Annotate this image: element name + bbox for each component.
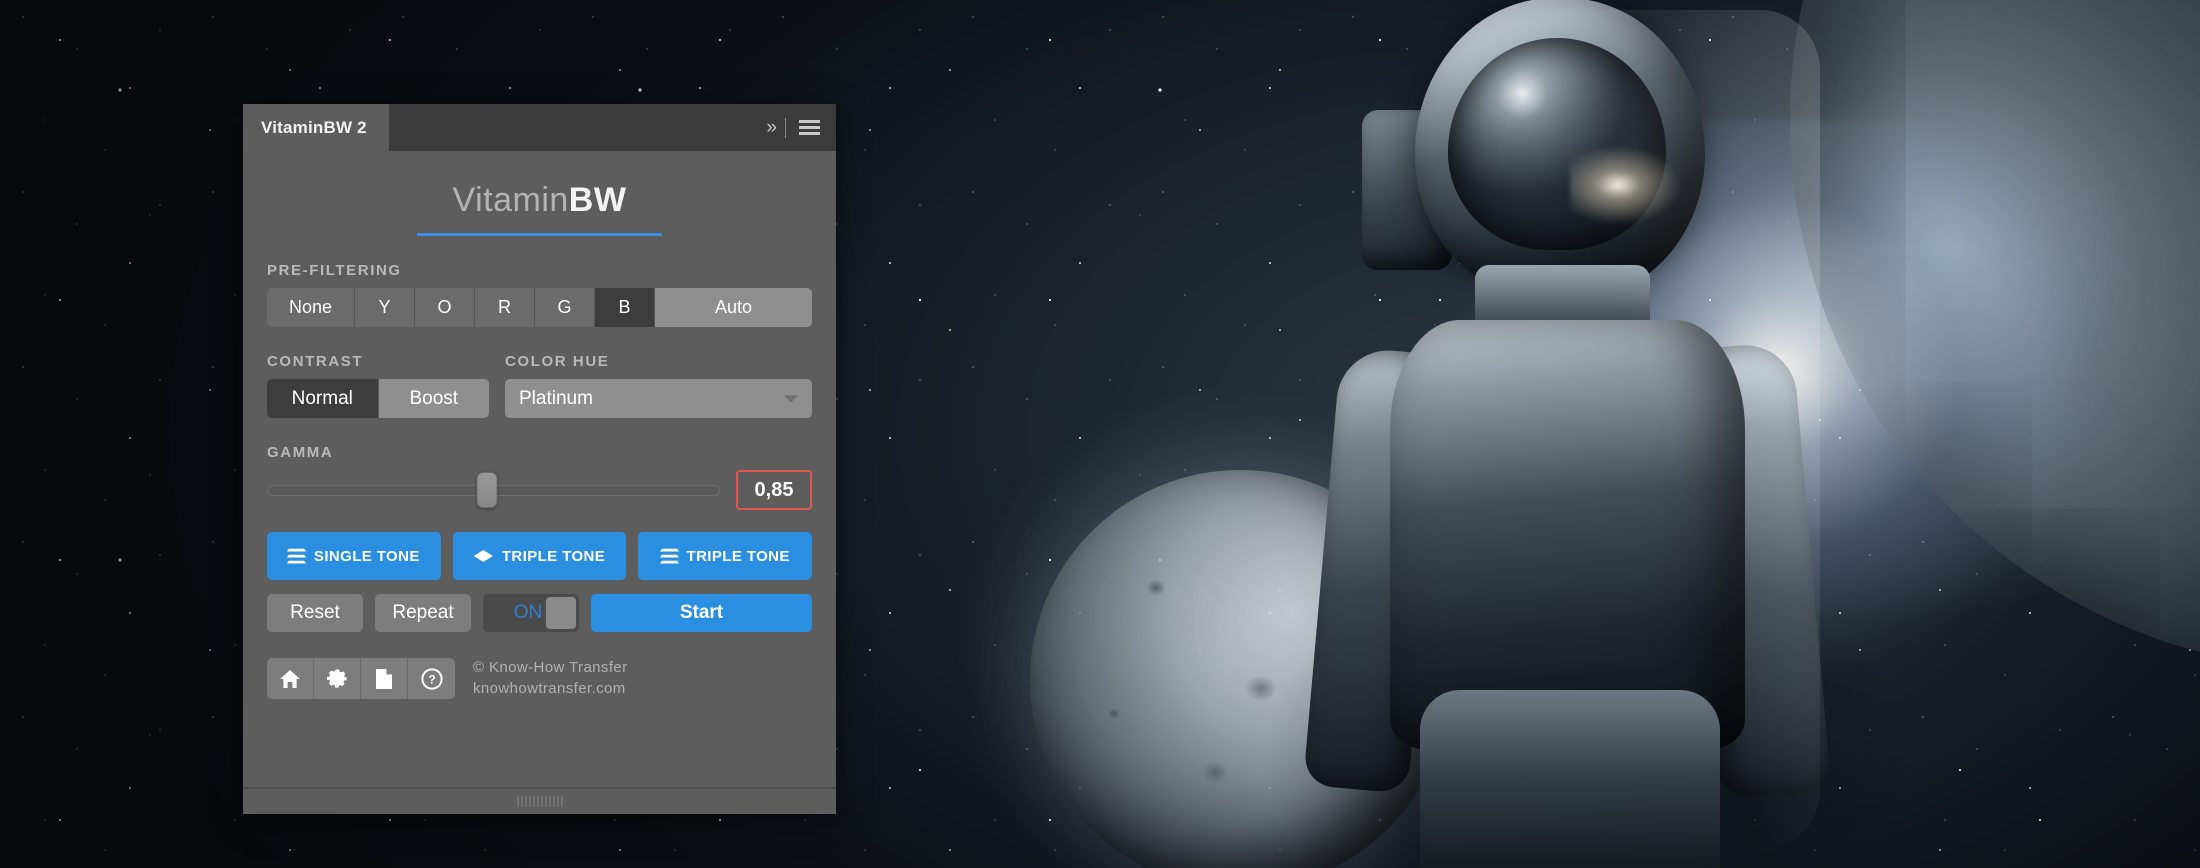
- astronaut-figure: [1270, 0, 1890, 868]
- gamma-row: 0,85: [267, 470, 812, 510]
- svg-text:?: ?: [428, 672, 435, 686]
- prefilter-option-b[interactable]: B: [595, 288, 655, 327]
- triple-tone-diamond-button[interactable]: TRIPLE TONE: [453, 532, 627, 580]
- controls-row: Reset Repeat ON Start: [267, 594, 812, 632]
- color-hue-label: COLOR HUE: [505, 353, 812, 370]
- footer-icon-group: ?: [267, 658, 455, 699]
- title-underline: [417, 233, 662, 236]
- single-tone-button[interactable]: SINGLE TONE: [267, 532, 441, 580]
- chevron-double-right-icon[interactable]: »: [766, 118, 774, 137]
- app-title: VitaminBW: [267, 151, 812, 217]
- on-toggle-knob: [546, 597, 576, 629]
- app-title-light: Vitamin: [453, 181, 569, 219]
- gamma-slider[interactable]: [267, 475, 720, 505]
- prefilter-option-none[interactable]: None: [267, 288, 355, 327]
- app-title-bold: BW: [569, 181, 627, 219]
- contrast-button-group: Normal Boost: [267, 379, 489, 418]
- chevron-down-icon: [784, 395, 798, 402]
- contrast-option-boost[interactable]: Boost: [379, 379, 490, 418]
- repeat-button[interactable]: Repeat: [375, 594, 471, 632]
- triple-tone-diamond-label: TRIPLE TONE: [502, 548, 605, 565]
- prefilter-option-g[interactable]: G: [535, 288, 595, 327]
- prefilter-option-o[interactable]: O: [415, 288, 475, 327]
- contrast-section: CONTRAST Normal Boost: [267, 327, 489, 418]
- panel-header: VitaminBW 2 »: [243, 104, 836, 151]
- panel-tab-vitaminbw2[interactable]: VitaminBW 2: [243, 104, 389, 151]
- on-toggle[interactable]: ON: [483, 594, 579, 632]
- panel-tab-label: VitaminBW 2: [261, 118, 367, 138]
- copyright-line: © Know-How Transfer: [473, 658, 628, 678]
- panel-body: VitaminBW PRE-FILTERING None Y O R G B A…: [243, 151, 836, 787]
- tone-button-row: SINGLE TONE TRIPLE TONE TRIPLE TONE: [267, 532, 812, 580]
- gear-icon[interactable]: [314, 658, 361, 699]
- prefiltering-button-group: None Y O R G B Auto: [267, 288, 812, 327]
- hamburger-menu-icon[interactable]: [797, 118, 822, 137]
- header-controls: »: [766, 104, 836, 151]
- prefilter-option-auto[interactable]: Auto: [655, 288, 812, 327]
- website-line: knowhowtransfer.com: [473, 679, 628, 699]
- contrast-label: CONTRAST: [267, 353, 489, 370]
- layers-stack-icon: [288, 548, 305, 565]
- header-divider: [785, 118, 786, 138]
- layers-stack-icon: [661, 548, 678, 565]
- prefilter-option-r[interactable]: R: [475, 288, 535, 327]
- prefilter-option-y[interactable]: Y: [355, 288, 415, 327]
- color-hue-section: COLOR HUE Platinum: [505, 327, 812, 418]
- help-circle-icon[interactable]: ?: [408, 658, 455, 699]
- gamma-label: GAMMA: [267, 444, 812, 461]
- start-button[interactable]: Start: [591, 594, 812, 632]
- resize-grip-icon[interactable]: [517, 796, 563, 807]
- footer-row: ? © Know-How Transfer knowhowtransfer.co…: [267, 658, 812, 699]
- gamma-value-input[interactable]: 0,85: [736, 470, 812, 510]
- visor-lens-flare: [1570, 140, 1690, 230]
- diamond-icon: [474, 550, 493, 562]
- triple-tone-stack-button[interactable]: TRIPLE TONE: [638, 532, 812, 580]
- gamma-slider-handle[interactable]: [476, 472, 497, 508]
- triple-tone-stack-label: TRIPLE TONE: [687, 548, 790, 565]
- astronaut-torso: [1390, 320, 1745, 750]
- vitaminbw-panel: VitaminBW 2 » VitaminBW PRE-FILTERING No…: [243, 104, 836, 814]
- reset-button[interactable]: Reset: [267, 594, 363, 632]
- single-tone-label: SINGLE TONE: [314, 548, 420, 565]
- document-icon[interactable]: [361, 658, 408, 699]
- prefiltering-label: PRE-FILTERING: [267, 262, 812, 279]
- credits-block: © Know-How Transfer knowhowtransfer.com: [473, 658, 628, 699]
- home-icon[interactable]: [267, 658, 314, 699]
- astronaut-legs: [1420, 690, 1720, 868]
- contrast-option-normal[interactable]: Normal: [267, 379, 379, 418]
- color-hue-dropdown[interactable]: Platinum: [505, 379, 812, 418]
- color-hue-value: Platinum: [519, 388, 593, 410]
- screenshot-stage: NEW PLUGIN VitaminBW 2 » VitaminBW PRE-F…: [0, 0, 2200, 868]
- panel-resize-footer[interactable]: [243, 787, 836, 814]
- header-spacer: [389, 104, 767, 151]
